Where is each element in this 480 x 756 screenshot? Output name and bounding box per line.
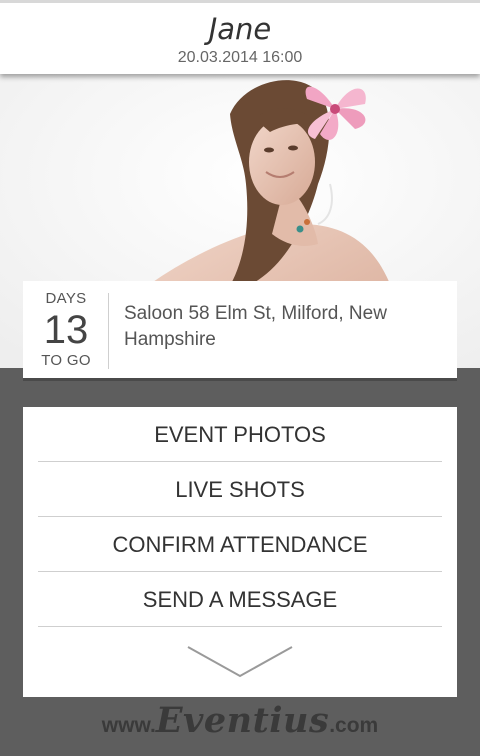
footer-suffix: .com (329, 714, 379, 737)
footer-prefix: www. (101, 714, 156, 737)
footer-logo: www.Eventius.com (0, 700, 480, 756)
divider (108, 293, 109, 369)
header: Jane 20.03.2014 16:00 (0, 0, 480, 74)
event-datetime: 20.03.2014 16:00 (177, 49, 303, 66)
send-message-button[interactable]: SEND A MESSAGE (38, 572, 442, 627)
live-shots-button[interactable]: LIVE SHOTS (38, 462, 442, 517)
countdown: DAYS 13 TO GO (23, 289, 109, 371)
event-menu: EVENT PHOTOS LIVE SHOTS CONFIRM ATTENDAN… (23, 407, 457, 697)
brand-logo: Eventius (155, 700, 330, 741)
event-title: Jane (208, 12, 272, 46)
countdown-top-label: DAYS (45, 290, 87, 307)
event-info-card: DAYS 13 TO GO Saloon 58 Elm St, Milford,… (23, 281, 457, 381)
countdown-bottom-label: TO GO (41, 352, 91, 369)
chevron-down-icon (187, 646, 293, 678)
confirm-attendance-button[interactable]: CONFIRM ATTENDANCE (38, 517, 442, 572)
event-address: Saloon 58 Elm St, Milford, New Hampshire (124, 303, 387, 350)
countdown-days: 13 (43, 308, 89, 352)
event-photos-button[interactable]: EVENT PHOTOS (38, 407, 442, 462)
more-button[interactable] (23, 623, 457, 697)
